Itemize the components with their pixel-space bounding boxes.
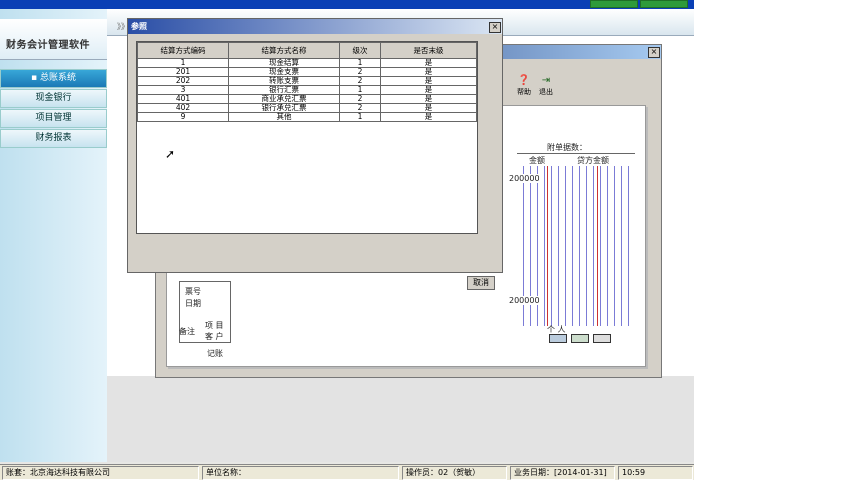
titlebar-button[interactable] [640,0,688,8]
app-titlebar [0,0,694,9]
close-icon[interactable]: × [489,22,501,33]
customer-label: 客 户 [205,332,224,341]
sidebar: 财务会计管理软件 ▪ 总账系统 现金银行 项目管理 财务报表 [0,9,107,462]
sidebar-item-label: 现金银行 [35,93,72,103]
small-icon[interactable] [549,334,567,343]
sidebar-item-projects[interactable]: 项目管理 [0,109,107,128]
settlement-table: 结算方式编码 结算方式名称 级次 是否末级 1 现金结算 1 是 201 现金支票 2 是 20… [136,41,478,234]
table-cell: 1 [339,112,381,122]
help-button[interactable]: ❓ 帮助 [514,75,534,99]
dialog-title: 参照 [131,22,147,31]
table-cell: 其他 [228,112,340,122]
content-footer-band [107,376,694,462]
sidebar-item-cash-bank[interactable]: 现金银行 [0,89,107,108]
question-icon: ❓ [517,75,531,86]
titlebar-button[interactable] [590,0,638,8]
sidebar-item-reports[interactable]: 财务报表 [0,129,107,148]
app-window: 财务会计管理软件 ▪ 总账系统 现金银行 项目管理 财务报表 》》 × ❓ 帮助 … [0,0,694,480]
small-icon[interactable] [571,334,589,343]
close-icon[interactable]: × [648,47,660,58]
mouse-cursor-icon: ➚ [165,147,176,161]
logo-text: 财务会计管理软件 [6,40,90,51]
status-operator: 操作员：02（贺敏） [402,466,507,480]
exit-icon: ⇥ [541,75,551,86]
sidebar-item-general-ledger[interactable]: ▪ 总账系统 [0,69,107,88]
item-label: 项 目 [205,321,224,330]
amount-cell: 200000 [509,174,540,183]
reference-dialog: 参照 × 结算方式编码 结算方式名称 级次 是否末级 1 现金结算 1 是 201 现金支… [127,18,503,273]
cancel-button[interactable]: 取消 [467,276,495,290]
credit-amount-header: 贷方金额 [577,156,609,165]
status-account: 账套：北京海达科技有限公司 [2,466,199,480]
ticket-label: 票号 [185,287,201,296]
status-unit: 单位名称： [202,466,399,480]
bookkeep-label: 记账 [207,349,223,358]
table-cell: 9 [137,112,229,122]
sidebar-item-label: 财务报表 [35,133,72,143]
statusbar: 账套：北京海达科技有限公司 单位名称： 操作员：02（贺敏） 业务日期：[201… [0,464,694,480]
debit-amount-header: 金额 [529,156,545,165]
table-row[interactable]: 9 其他 1 是 [137,112,477,122]
table-cell: 是 [380,112,477,122]
date-label: 日期 [185,299,201,308]
attachments-label: 附单据数： [547,143,587,152]
sidebar-item-label: 项目管理 [35,113,72,123]
small-icon[interactable] [593,334,611,343]
sidebar-item-label: 总账系统 [39,73,76,83]
bullet-icon: ▪ [31,73,40,83]
status-time: 10:59 [618,466,693,480]
amount-cell: 200000 [509,296,540,305]
column-header[interactable]: 级次 [339,42,381,59]
note-label: 备注 [179,327,195,336]
column-header[interactable]: 结算方式编码 [137,42,229,59]
app-logo: 财务会计管理软件 [0,19,107,60]
column-header[interactable]: 结算方式名称 [228,42,340,59]
dialog-titlebar: 参照 [128,19,502,34]
exit-label: 退出 [539,88,553,96]
column-header[interactable]: 是否末级 [380,42,477,59]
exit-button[interactable]: ⇥ 退出 [536,75,556,99]
status-date: 业务日期：[2014-01-31] [510,466,615,480]
table-header-row: 结算方式编码 结算方式名称 级次 是否末级 [137,42,477,59]
help-label: 帮助 [517,88,531,96]
